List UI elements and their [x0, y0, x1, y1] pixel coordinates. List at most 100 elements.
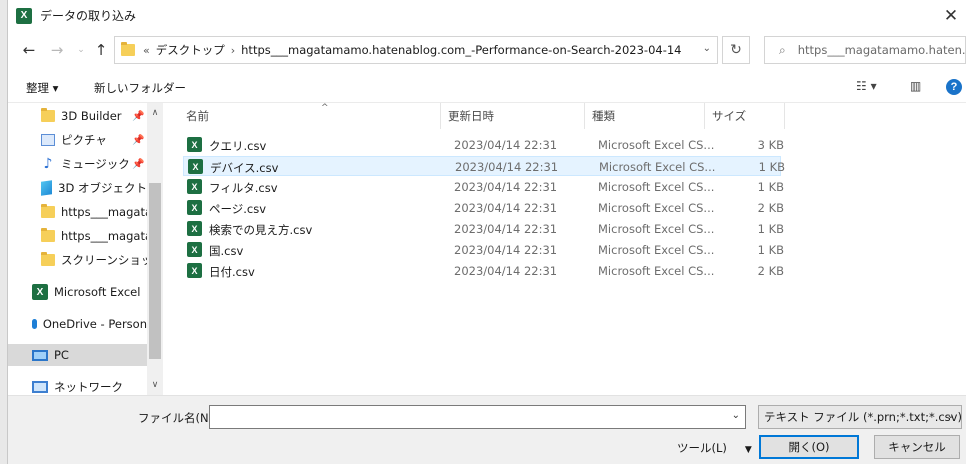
pin-icon[interactable]: 📌 — [132, 111, 144, 122]
sidebar-item-folder-2[interactable]: https___magatam — [41, 225, 147, 247]
file-row-selected[interactable]: X デバイス.csv 2023/04/14 22:31 Microsoft Ex… — [183, 156, 785, 176]
chevron-down-icon[interactable]: ⌄ — [947, 410, 955, 421]
refresh-button[interactable]: ↻ — [722, 36, 750, 64]
file-name: 日付.csv — [209, 265, 255, 279]
file-row[interactable]: X フィルタ.csv 2023/04/14 22:31 Microsoft Ex… — [183, 177, 784, 197]
file-date: 2023/04/14 22:31 — [455, 160, 559, 174]
chevron-down-icon[interactable]: ⌄ — [732, 410, 740, 421]
network-icon — [32, 381, 48, 393]
column-header-label: 更新日時 — [448, 109, 494, 123]
file-size: 1 KB — [757, 222, 784, 236]
csv-file-icon: X — [187, 200, 202, 215]
dialog-footer: ファイル名(N): ⌄ テキスト ファイル (*.prn;*.txt;*.csv… — [8, 395, 966, 464]
filename-input[interactable]: ⌄ — [209, 405, 746, 429]
csv-file-icon: X — [187, 221, 202, 236]
file-date: 2023/04/14 22:31 — [454, 264, 558, 278]
close-button[interactable]: ✕ — [936, 0, 966, 31]
csv-file-icon: X — [188, 159, 203, 174]
filename-label: ファイル名(N): — [138, 411, 217, 425]
sidebar-item-label: OneDrive - Person — [42, 317, 147, 331]
open-button[interactable]: 開く(O) — [759, 435, 859, 459]
breadcrumb-desktop[interactable]: デスクトップ — [156, 42, 225, 58]
csv-file-icon: X — [187, 137, 202, 152]
excel-app-icon: X — [16, 7, 32, 24]
column-header-name[interactable]: 名前 ^ — [179, 103, 441, 129]
file-row[interactable]: X ページ.csv 2023/04/14 22:31 Microsoft Exc… — [183, 198, 784, 218]
search-input[interactable]: ⌕ https___magatamamo.haten... — [764, 36, 966, 64]
csv-file-icon: X — [187, 263, 202, 278]
file-size: 2 KB — [757, 201, 784, 215]
cancel-button[interactable]: キャンセル — [874, 435, 960, 459]
sidebar-item-label: Microsoft Excel — [54, 285, 141, 299]
import-data-dialog: X データの取り込み ✕ ← → ⌄ ↑ « デスクトップ › https___… — [8, 0, 966, 464]
folder-icon — [121, 42, 135, 56]
file-row[interactable]: X 日付.csv 2023/04/14 22:31 Microsoft Exce… — [183, 261, 784, 281]
sidebar-item-screenshots[interactable]: スクリーンショット — [41, 249, 147, 271]
pin-icon[interactable]: 📌 — [132, 159, 144, 170]
scroll-down-icon[interactable]: ∨ — [147, 377, 163, 393]
view-options-icon[interactable]: ☷ ▾ — [856, 79, 877, 93]
sidebar-item-label: PC — [54, 348, 69, 362]
sidebar-item-pc[interactable]: PC — [8, 344, 147, 366]
scrollbar-thumb[interactable] — [149, 183, 161, 359]
sidebar-item-3d-builder[interactable]: 3D Builder 📌 — [41, 105, 147, 127]
sidebar-item-3d-objects[interactable]: 3D オブジェクト — [41, 177, 147, 199]
file-type: Microsoft Excel CS... — [598, 180, 715, 194]
sidebar-item-music[interactable]: ♪ ミュージック 📌 — [41, 153, 147, 175]
file-row[interactable]: X 検索での見え方.csv 2023/04/14 22:31 Microsoft… — [183, 219, 784, 239]
sidebar-item-label: ピクチャ — [61, 133, 107, 147]
file-name: ページ.csv — [209, 202, 267, 216]
scroll-up-icon[interactable]: ∧ — [147, 105, 163, 121]
new-folder-button[interactable]: 新しいフォルダー — [94, 80, 186, 96]
column-header-label: サイズ — [712, 109, 747, 123]
chevron-down-icon[interactable]: ⌄ — [703, 43, 711, 54]
sidebar-item-folder-1[interactable]: https___magatam — [41, 201, 147, 223]
folder-icon — [41, 252, 55, 266]
forward-button[interactable]: → — [46, 39, 68, 61]
address-row: ← → ⌄ ↑ « デスクトップ › https___magatamamo.ha… — [8, 31, 966, 71]
3d-objects-icon — [41, 180, 53, 196]
file-size: 1 KB — [757, 180, 784, 194]
file-type: Microsoft Excel CS... — [599, 160, 716, 174]
file-date: 2023/04/14 22:31 — [454, 138, 558, 152]
file-size: 2 KB — [757, 264, 784, 278]
file-type-value: テキスト ファイル (*.prn;*.txt;*.csv) — [764, 410, 962, 424]
navigation-pane: 3D Builder 📌 ピクチャ 📌 ♪ ミュージック 📌 3D オブジェクト… — [8, 103, 163, 395]
chevron-right-icon[interactable]: › — [231, 44, 235, 57]
file-row[interactable]: X 国.csv 2023/04/14 22:31 Microsoft Excel… — [183, 240, 784, 260]
organize-menu[interactable]: 整理 ▾ — [26, 80, 58, 96]
file-size: 1 KB — [758, 160, 785, 174]
navigation-scrollbar[interactable]: ∧ ∨ — [147, 103, 163, 395]
title-bar: X データの取り込み ✕ — [8, 0, 966, 31]
breadcrumb-current-folder[interactable]: https___magatamamo.hatenablog.com_-Perfo… — [241, 43, 681, 57]
csv-file-icon: X — [187, 242, 202, 257]
back-button[interactable]: ← — [18, 39, 40, 61]
excel-icon: X — [32, 284, 48, 300]
breadcrumb-overflow[interactable]: « — [143, 44, 150, 57]
file-date: 2023/04/14 22:31 — [454, 243, 558, 257]
column-header-size[interactable]: サイズ — [705, 103, 785, 129]
address-bar[interactable]: « デスクトップ › https___magatamamo.hatenablog… — [114, 36, 718, 64]
sidebar-item-microsoft-excel[interactable]: X Microsoft Excel — [32, 281, 147, 303]
sidebar-item-pictures[interactable]: ピクチャ 📌 — [41, 129, 147, 151]
pin-icon[interactable]: 📌 — [132, 135, 144, 146]
file-type: Microsoft Excel CS... — [598, 201, 715, 215]
file-type-select[interactable]: テキスト ファイル (*.prn;*.txt;*.csv) ⌄ — [758, 405, 962, 429]
tools-menu[interactable]: ツール(L) ▼ — [677, 440, 752, 456]
window-title: データの取り込み — [40, 9, 137, 23]
preview-pane-icon[interactable]: ▥ — [910, 79, 921, 93]
sidebar-item-network[interactable]: ネットワーク — [32, 376, 147, 395]
recent-locations-chevron-icon[interactable]: ⌄ — [70, 39, 92, 61]
file-row[interactable]: X クエリ.csv 2023/04/14 22:31 Microsoft Exc… — [183, 135, 784, 155]
onedrive-icon — [32, 319, 37, 329]
file-name: デバイス.csv — [210, 161, 279, 175]
help-icon[interactable]: ? — [946, 79, 962, 95]
column-header-type[interactable]: 種類 — [585, 103, 705, 129]
tools-label: ツール(L) — [677, 441, 727, 455]
column-header-date[interactable]: 更新日時 — [441, 103, 585, 129]
file-type: Microsoft Excel CS... — [598, 264, 715, 278]
up-button[interactable]: ↑ — [90, 39, 112, 61]
sidebar-item-label: ネットワーク — [54, 380, 123, 394]
sidebar-item-onedrive[interactable]: OneDrive - Person — [32, 313, 147, 335]
command-toolbar: 整理 ▾ 新しいフォルダー ☷ ▾ ▥ ? — [8, 71, 966, 103]
